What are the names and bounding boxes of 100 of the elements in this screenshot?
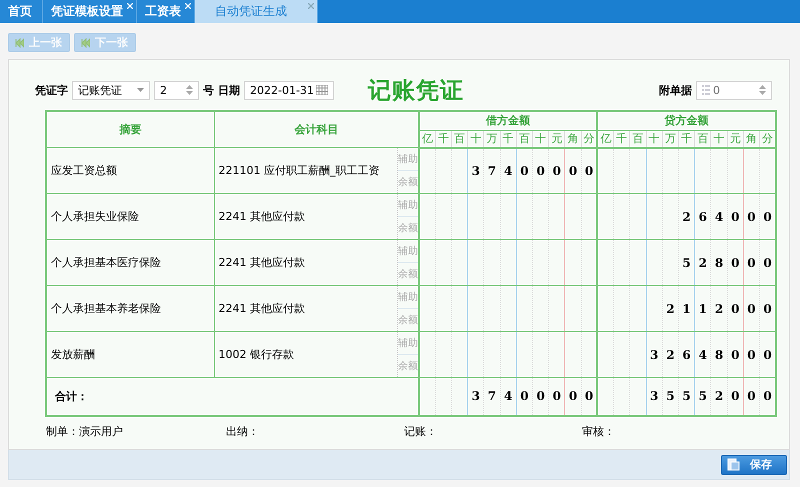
unit-label: 千 <box>500 130 516 148</box>
digit-cell: 6 <box>678 332 695 378</box>
digit-cell: 0 <box>564 378 582 416</box>
close-icon[interactable] <box>308 3 314 9</box>
digit-cell: 0 <box>581 148 598 194</box>
signature-label: 审核： <box>582 424 616 438</box>
column-header: 贷方金额 <box>597 111 776 130</box>
digit-cell: 0 <box>548 148 565 194</box>
unit-label: 角 <box>743 130 760 148</box>
unit-label: 万 <box>484 130 500 148</box>
digit-cell: 2 <box>710 378 728 416</box>
unit-label: 万 <box>662 130 678 148</box>
date-field[interactable]: 2022-01-31 <box>244 80 334 100</box>
nav-icon <box>81 38 90 48</box>
save-button[interactable]: 保存 <box>721 454 787 474</box>
digit-cell: 5 <box>678 240 695 286</box>
subject-cell[interactable]: 2241 其他应付款 <box>214 286 397 332</box>
unit-label: 千 <box>678 130 695 148</box>
digit-cell: 0 <box>727 378 744 416</box>
digit-cell: 0 <box>564 148 582 194</box>
tab[interactable]: 工资表 <box>137 0 195 23</box>
field-label: 日期 <box>218 82 240 98</box>
voucher-title: 记账凭证 <box>368 76 464 106</box>
field-label: 附单据 <box>659 82 692 98</box>
digit-cell: 0 <box>743 194 760 240</box>
summary-cell[interactable]: 发放薪酬 <box>46 332 214 378</box>
unit-label: 角 <box>564 130 582 148</box>
digit-cell: 4 <box>500 148 516 194</box>
digit-cell: 2 <box>710 286 728 332</box>
unit-label: 百 <box>451 130 468 148</box>
document-icon <box>727 458 740 471</box>
digit-cell: 3 <box>646 332 662 378</box>
digit-cell: 2 <box>662 332 678 378</box>
unit-label: 百 <box>630 130 646 148</box>
summary-cell[interactable]: 个人承担基本养老保险 <box>46 286 214 332</box>
digit-cell: 0 <box>727 332 744 378</box>
field-label: 号 <box>203 82 214 98</box>
signature-label: 记账： <box>404 424 438 438</box>
digit-cell: 5 <box>694 378 711 416</box>
field-label: 凭证字 <box>35 82 68 98</box>
tab[interactable]: 首页 <box>0 0 43 23</box>
tab[interactable]: 凭证模板设置 <box>43 0 137 23</box>
total-label: 合计： <box>46 378 419 416</box>
unit-label: 十 <box>710 130 728 148</box>
summary-cell[interactable]: 个人承担失业保险 <box>46 194 214 240</box>
unit-label: 千 <box>614 130 630 148</box>
nav-icon <box>15 38 24 48</box>
digit-cell: 0 <box>743 240 760 286</box>
digit-cell: 3 <box>646 378 662 416</box>
spinner-icon[interactable] <box>186 85 193 95</box>
signature-label: 出纳： <box>226 424 260 438</box>
calendar-icon[interactable] <box>316 85 328 95</box>
unit-label: 十 <box>532 130 549 148</box>
number-field[interactable]: 2 <box>154 80 199 100</box>
digit-cell: 0 <box>727 194 744 240</box>
digit-cell: 0 <box>516 148 533 194</box>
unit-label: 千 <box>435 130 452 148</box>
digit-cell: 0 <box>532 378 549 416</box>
digit-cell: 0 <box>760 286 776 332</box>
digit-cell: 8 <box>710 332 728 378</box>
unit-label: 分 <box>581 130 598 148</box>
unit-label: 十 <box>468 130 484 148</box>
unit-label: 亿 <box>419 130 436 148</box>
digit-cell: 1 <box>694 286 711 332</box>
digit-cell: 6 <box>694 194 711 240</box>
digit-cell: 0 <box>532 148 549 194</box>
digit-cell: 0 <box>743 286 760 332</box>
unit-label: 分 <box>760 130 776 148</box>
digit-cell: 2 <box>678 194 695 240</box>
digit-cell: 3 <box>468 148 484 194</box>
caret-icon <box>137 88 144 92</box>
digit-cell: 2 <box>662 286 678 332</box>
digit-cell: 0 <box>760 378 776 416</box>
signature-label: 制单：演示用户 <box>46 424 124 438</box>
subject-cell[interactable]: 2241 其他应付款 <box>214 240 397 286</box>
summary-cell[interactable]: 应发工资总额 <box>46 148 214 194</box>
subject-cell[interactable]: 1002 银行存款 <box>214 332 397 378</box>
attachment-field[interactable]: 0 <box>696 80 772 100</box>
summary-cell[interactable]: 个人承担基本医疗保险 <box>46 240 214 286</box>
unit-label: 元 <box>727 130 744 148</box>
digit-cell: 4 <box>694 332 711 378</box>
digit-cell: 7 <box>484 148 500 194</box>
subject-cell[interactable]: 221101 应付职工薪酬_职工工资 <box>214 148 397 194</box>
unit-label: 元 <box>548 130 565 148</box>
spinner-icon[interactable] <box>759 85 766 95</box>
digit-cell: 0 <box>743 378 760 416</box>
subject-cell[interactable]: 2241 其他应付款 <box>214 194 397 240</box>
digit-cell: 0 <box>548 378 565 416</box>
digit-cell: 7 <box>484 378 500 416</box>
list-icon <box>702 85 710 95</box>
digit-cell: 5 <box>662 378 678 416</box>
unit-label: 亿 <box>597 130 614 148</box>
digit-cell: 2 <box>694 240 711 286</box>
digit-cell: 0 <box>760 332 776 378</box>
digit-cell: 4 <box>500 378 516 416</box>
digit-cell: 0 <box>516 378 533 416</box>
digit-cell: 5 <box>678 378 695 416</box>
voucher-type-select[interactable]: 记账凭证 <box>72 80 150 100</box>
unit-label: 百 <box>694 130 711 148</box>
column-header: 摘要 <box>46 111 214 148</box>
